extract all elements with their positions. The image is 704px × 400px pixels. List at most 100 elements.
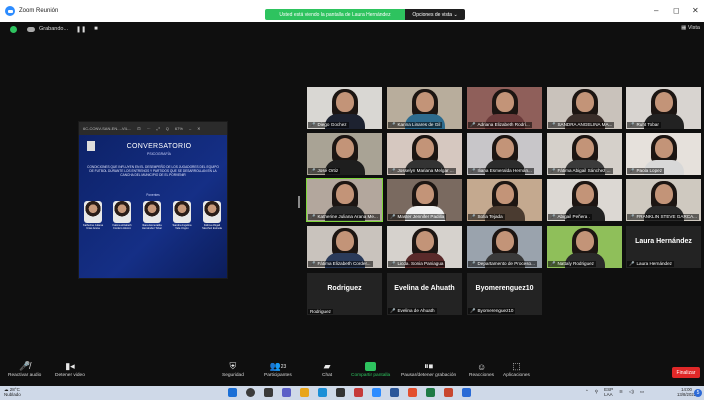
- participant-tile[interactable]: 🎤 Licda. Sonia Paniagua: [387, 226, 462, 268]
- participant-face: [576, 138, 594, 158]
- notification-badge[interactable]: 5: [694, 389, 702, 397]
- participant-tile[interactable]: 🎤 SANDRA ANGELINA MA...: [547, 87, 622, 129]
- participant-tile[interactable]: 🎤 Diego Gochez: [307, 87, 382, 129]
- participant-tile[interactable]: 🎤 Paola Lopez: [626, 133, 701, 175]
- shared-window-btn: ···: [146, 126, 151, 131]
- security-button[interactable]: ⛨ Seguridad: [222, 360, 244, 378]
- participant-tile[interactable]: 🎤 Karina Linares de Gil: [387, 87, 462, 129]
- mic-muted-icon: 🎤: [470, 214, 476, 219]
- participant-tile[interactable]: Rodriguez Rodriguez: [307, 273, 382, 315]
- weather-widget[interactable]: ☁ 28°C Nublado: [4, 387, 21, 397]
- participant-tile[interactable]: 🎤 Adriana Elizabeth Rodrí...: [467, 87, 542, 129]
- stop-recording-button[interactable]: ■: [94, 26, 98, 32]
- view-options-button[interactable]: Opciones de vista ⌄: [405, 9, 465, 20]
- participant-tile[interactable]: 🎤 Departamento de Proceso...: [467, 226, 542, 268]
- participant-face: [416, 231, 434, 251]
- video-camera-icon: ▮◂: [65, 361, 75, 371]
- security-shield-icon[interactable]: [10, 25, 17, 33]
- participant-tile[interactable]: Byomerenguez10 🎤 Byomerenguez10: [467, 273, 542, 315]
- file-explorer-icon[interactable]: [300, 388, 309, 397]
- participant-display-name: Byomerenguez10: [475, 285, 534, 292]
- outlook-icon[interactable]: [462, 388, 471, 397]
- tray-chevron-icon[interactable]: ⌃: [585, 389, 589, 395]
- participant-tile[interactable]: 🎤 Katherine Juliana Arana Me...: [306, 178, 383, 222]
- speaker-photo: [84, 201, 102, 223]
- participant-name: Abigail Peñera .: [557, 214, 590, 219]
- participant-name: Sofia Tejada: [477, 214, 503, 219]
- participant-face: [336, 92, 354, 112]
- mic-muted-icon: 🎤: [470, 168, 476, 173]
- participant-name-label: 🎤 Katherine Juliana Arana Me...: [308, 214, 380, 220]
- teams-icon[interactable]: [282, 388, 291, 397]
- participant-name: FRANKLIN STEVE GARCA...: [636, 214, 697, 219]
- view-button[interactable]: ▦ Vista: [681, 25, 700, 31]
- battery-icon[interactable]: ▭: [640, 389, 644, 395]
- apps-button[interactable]: ⬚ Aplicaciones: [503, 360, 530, 378]
- participant-tile[interactable]: 🎤 Sofia Tejada: [467, 179, 542, 221]
- mail-icon[interactable]: [354, 388, 363, 397]
- maximize-button[interactable]: ◻: [673, 6, 680, 15]
- participant-tile[interactable]: 🎤 Fátima Abigail Sánchez ...: [547, 133, 622, 175]
- participant-name-label: 🎤 Fátima Abigail Sánchez ...: [548, 168, 613, 174]
- slide-body: CONDICIONES QUE INFLUYEN EN EL DESEMPEÑO…: [87, 165, 219, 177]
- windows-start-icon[interactable]: [228, 388, 237, 397]
- participant-tile[interactable]: 🎤 Josselyn Mariana Melgar ...: [387, 133, 462, 175]
- participant-tile[interactable]: 🎤 José Ortiz: [307, 133, 382, 175]
- volume-icon[interactable]: ◁): [629, 389, 634, 395]
- mic-muted-icon: 🎤: [629, 168, 635, 173]
- edge-icon[interactable]: [318, 388, 327, 397]
- wifi-icon[interactable]: ≋: [619, 389, 623, 395]
- speaker-card: Sandra Angelina Vela Ungon: [171, 201, 193, 230]
- participant-name: Adriana Elizabeth Rodrí...: [477, 122, 530, 127]
- participant-face: [336, 138, 354, 158]
- zoom-taskbar-icon[interactable]: [372, 388, 381, 397]
- mic-muted-icon: 🎤: [470, 122, 476, 127]
- split-view-divider[interactable]: [298, 196, 300, 208]
- participant-tile[interactable]: 🎤 Fátima Elizabeth Corder...: [307, 226, 382, 268]
- participant-name: Katherine Juliana Arana Me...: [317, 214, 378, 219]
- search-icon[interactable]: [246, 388, 255, 397]
- end-meeting-button[interactable]: Finalizar: [672, 367, 700, 378]
- participant-face: [496, 231, 514, 251]
- lang-layout: LAA: [604, 392, 613, 397]
- shared-window-btn: ✕: [197, 126, 201, 131]
- participant-tile[interactable]: 🎤 Master Jennifer Padilla: [387, 179, 462, 221]
- participant-tile[interactable]: 🎤 Iliana Esmeralda Hernán...: [467, 133, 542, 175]
- minimize-button[interactable]: –: [654, 6, 658, 15]
- word-icon[interactable]: [390, 388, 399, 397]
- participants-label: Participantes: [264, 373, 292, 378]
- pause-stop-recording-button[interactable]: ⏸⏹ Pausar/detener grabación: [401, 360, 456, 378]
- tray-app-icon[interactable]: ⚲: [595, 389, 598, 395]
- participants-button[interactable]: 👥 23 Participantes: [264, 360, 292, 378]
- mic-muted-icon: 🎤: [629, 214, 635, 219]
- close-button[interactable]: ✕: [692, 6, 699, 15]
- participants-icon: 👥 23: [269, 361, 287, 371]
- speaker-name: Katherine Juliana Urias Arana: [82, 224, 104, 230]
- participant-tile[interactable]: 🎤 Abigail Peñera .: [547, 179, 622, 221]
- participant-tile[interactable]: Evelina de Ahuath 🎤 Evelina de Ahuath: [387, 273, 462, 315]
- speaker-card: Katherine Juliana Urias Arana: [82, 201, 104, 230]
- task-view-icon[interactable]: [264, 388, 273, 397]
- powerpoint-icon[interactable]: [444, 388, 453, 397]
- security-label: Seguridad: [222, 373, 244, 378]
- excel-icon[interactable]: [426, 388, 435, 397]
- presentation-slide: CONVERSATORIO PSICOGRAFÍA CONDICIONES QU…: [79, 135, 227, 278]
- reactions-button[interactable]: ☺ Reacciones: [469, 360, 494, 379]
- participant-tile[interactable]: 🎤 Ruht Tobar: [626, 87, 701, 129]
- stop-video-label: Detener video: [55, 373, 85, 378]
- participant-face: [576, 184, 594, 204]
- chat-button[interactable]: ▰ Chat: [322, 360, 332, 378]
- pause-recording-button[interactable]: ❚❚: [76, 26, 86, 33]
- slide-title: CONVERSATORIO: [126, 143, 192, 150]
- chrome-icon[interactable]: [408, 388, 417, 397]
- language-indicator[interactable]: ESP LAA: [604, 387, 613, 397]
- mic-muted-icon: 🎤: [390, 168, 396, 173]
- stop-video-button[interactable]: ▮◂ Detener video: [55, 360, 85, 378]
- participant-tile[interactable]: Laura Hernández 🎤 Laura Hernández: [626, 226, 701, 268]
- share-screen-button[interactable]: Compartir pantalla: [351, 360, 390, 378]
- participant-tile[interactable]: 🎤 Nattaly Rodriguez: [547, 226, 622, 268]
- unmute-button[interactable]: 🎤̸ Reactivar audio: [8, 360, 41, 378]
- participant-tile[interactable]: 🎤 FRANKLIN STEVE GARCA...: [626, 179, 701, 221]
- participant-name: Diego Gochez: [317, 122, 347, 127]
- store-icon[interactable]: [336, 388, 345, 397]
